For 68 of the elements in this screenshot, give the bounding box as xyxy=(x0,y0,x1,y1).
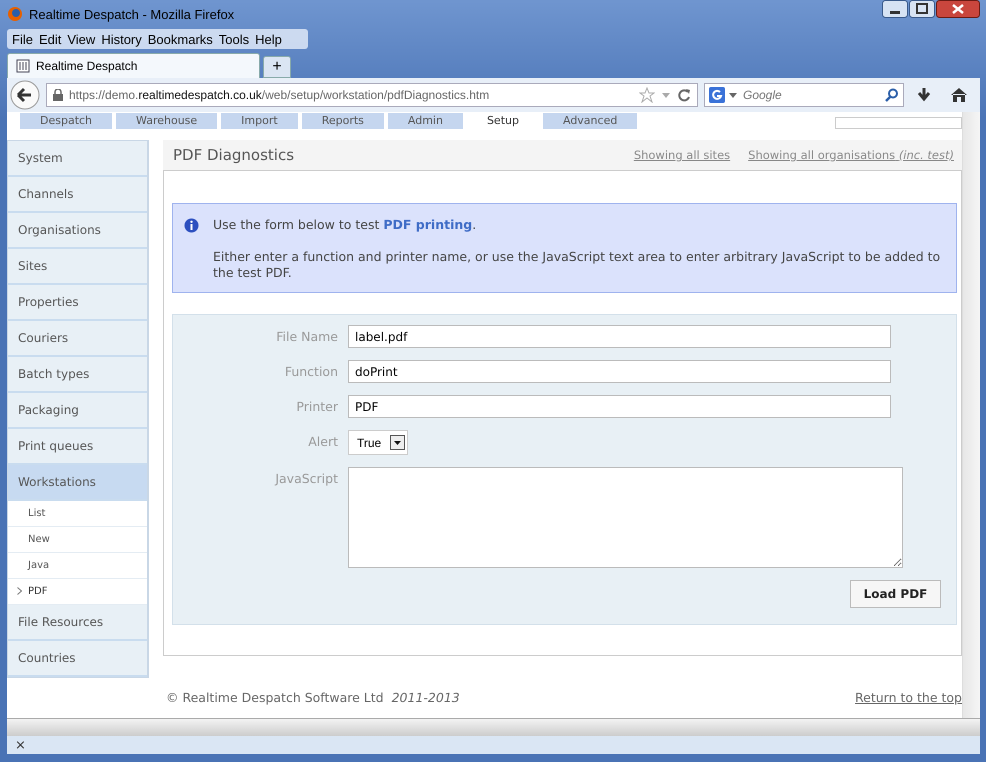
sidebar-item[interactable]: File Resources xyxy=(8,605,147,641)
menu-item[interactable]: Bookmarks xyxy=(144,32,216,46)
sidebar-item[interactable]: Channels xyxy=(8,177,147,213)
search-field[interactable]: Google xyxy=(704,83,904,107)
back-button-icon[interactable] xyxy=(10,80,40,110)
vertical-scrollbar[interactable] xyxy=(962,112,980,718)
page-title: PDF Diagnostics xyxy=(173,146,294,164)
info-message: Use the form below to test PDF printing. xyxy=(213,217,478,233)
field-label: JavaScript xyxy=(274,470,338,486)
horizontal-scrollbar[interactable] xyxy=(7,718,980,736)
sidebar-item[interactable]: Couriers xyxy=(8,321,147,357)
menu-item[interactable]: Tools xyxy=(216,32,252,46)
field-label: Alert xyxy=(307,433,338,449)
home-icon[interactable] xyxy=(950,87,968,103)
close-button[interactable]: × xyxy=(15,738,26,752)
browser-tab[interactable]: Realtime Despatch xyxy=(7,53,260,78)
page-icon[interactable] xyxy=(16,59,30,73)
sidebar-item[interactable]: Batch types xyxy=(8,357,147,393)
reload-icon[interactable] xyxy=(677,87,691,103)
sidebar-item[interactable]: Workstations xyxy=(8,465,147,501)
sidebar-item[interactable]: Organisations xyxy=(8,213,147,249)
pdf-printing-link[interactable]: PDF printing xyxy=(383,217,472,232)
copyright-text: © Realtime Despatch Software Ltd xyxy=(166,690,384,705)
menu-item[interactable]: View xyxy=(64,32,98,46)
select-field[interactable]: True xyxy=(348,430,408,455)
text-field[interactable]: doPrint xyxy=(348,360,891,383)
info-detail: Either enter a function and printer name, or use the JavaScript text area to enter arbitrary JavaScript to be added to the test PDF. xyxy=(213,249,942,281)
maximize-button-icon[interactable] xyxy=(909,0,935,18)
search-icon[interactable] xyxy=(885,88,899,102)
menu-item[interactable]: Help xyxy=(252,32,285,46)
search-field[interactable] xyxy=(835,117,962,129)
load-pdf-button[interactable]: Load PDF xyxy=(850,580,941,608)
sidebar-item[interactable]: Countries xyxy=(8,641,147,677)
site-tab[interactable]: Reports xyxy=(302,113,384,129)
site-tab[interactable]: Warehouse xyxy=(116,113,218,129)
site-tab[interactable]: Admin xyxy=(388,113,463,129)
return-to-top-link[interactable]: Return to the top xyxy=(855,690,962,705)
field-label: File Name xyxy=(275,328,338,344)
menu-item[interactable]: File xyxy=(9,32,36,46)
site-tab[interactable]: Import xyxy=(221,113,298,129)
sidebar-item[interactable]: Packaging xyxy=(8,393,147,429)
info-icon[interactable] xyxy=(184,218,199,233)
copyright-years: 2011-2013 xyxy=(392,690,460,705)
close-window-icon[interactable] xyxy=(936,0,980,18)
google-icon[interactable] xyxy=(709,87,725,103)
window-title: Realtime Despatch - Mozilla Firefox xyxy=(29,6,234,22)
text-field[interactable]: label.pdf xyxy=(348,325,891,348)
sidebar-subitem[interactable]: Java xyxy=(8,553,147,579)
field-label: Function xyxy=(284,363,338,379)
site-tab[interactable]: Despatch xyxy=(20,113,112,129)
menu-item[interactable]: History xyxy=(98,32,145,46)
download-icon[interactable] xyxy=(916,87,932,103)
text-field[interactable]: PDF xyxy=(348,395,891,418)
minimize-button-icon[interactable] xyxy=(882,0,908,18)
menu-item[interactable]: Edit xyxy=(36,32,64,46)
padlock-icon[interactable] xyxy=(53,89,63,101)
sidebar-subitem[interactable]: New xyxy=(8,527,147,553)
address-field[interactable]: https://demo.realtimedespatch.co.uk/web/setup/workstation/pdfDiagnostics.htm xyxy=(46,83,698,107)
sidebar-subitem[interactable]: List xyxy=(8,501,147,527)
sidebar-item[interactable]: Print queues xyxy=(8,429,147,465)
new-tab-button[interactable]: + xyxy=(263,56,291,78)
sidebar-item[interactable]: Properties xyxy=(8,285,147,321)
field-label: Printer xyxy=(295,398,338,414)
site-tab[interactable]: Advanced xyxy=(542,113,638,129)
sidebar-item[interactable]: Sites xyxy=(8,249,147,285)
sidebar-item[interactable]: System xyxy=(8,141,147,177)
star-icon[interactable] xyxy=(639,87,655,103)
chevron-icon[interactable] xyxy=(17,587,22,595)
